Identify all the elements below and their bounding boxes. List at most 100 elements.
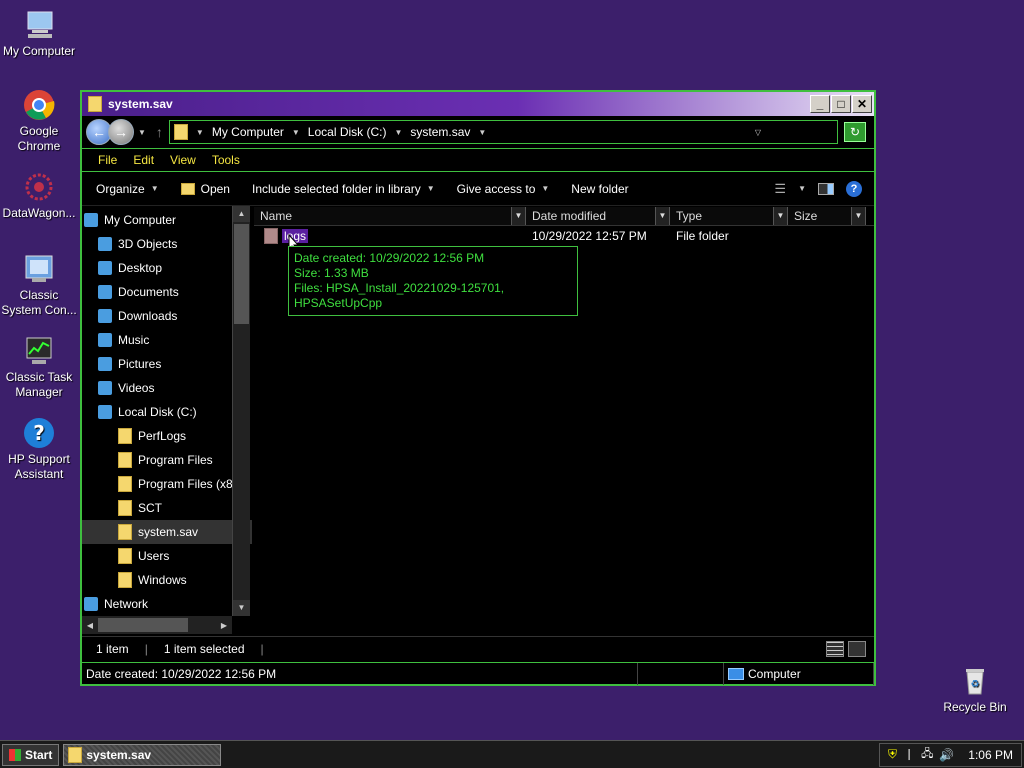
nav-item-label: Documents xyxy=(118,285,179,299)
open-button[interactable]: Open xyxy=(180,182,230,196)
chevron-down-icon[interactable]: ▼ xyxy=(655,206,669,225)
details-text: Date created: 10/29/2022 12:56 PM xyxy=(82,662,638,685)
column-header-type[interactable]: Type ▼ xyxy=(670,206,788,225)
large-icons-view-icon[interactable] xyxy=(848,640,866,657)
breadcrumb-local-disk[interactable]: Local Disk (C:) xyxy=(308,125,387,139)
give-access-label: Give access to xyxy=(456,181,536,196)
navigation-horizontal-scrollbar[interactable]: ◀ ▶ xyxy=(82,616,232,634)
file-list-pane[interactable]: Name ▼ Date modified ▼ Type ▼ Size ▼ log… xyxy=(254,206,874,634)
desktop-icon-google-chrome[interactable]: Google Chrome xyxy=(0,88,78,154)
desktop-icon-datawagon[interactable]: DataWagon... xyxy=(0,170,78,221)
title-bar[interactable]: system.sav _ □ ✕ xyxy=(82,92,874,116)
security-shield-icon[interactable]: ⛨ xyxy=(888,747,897,762)
nav-item-program-files[interactable]: Program Files xyxy=(82,448,252,472)
maximize-button[interactable]: □ xyxy=(831,95,851,113)
details-view-icon[interactable] xyxy=(826,640,844,657)
taskbar-item-system-sav[interactable]: system.sav xyxy=(63,743,222,766)
nav-item-program-files-x86[interactable]: Program Files (x86) xyxy=(82,472,252,496)
nav-item-desktop[interactable]: Desktop xyxy=(82,256,252,280)
chevron-down-icon[interactable]: ▼ xyxy=(851,206,865,225)
nav-item-label: PerfLogs xyxy=(138,429,187,443)
chevron-down-icon[interactable]: ▼ xyxy=(394,128,402,137)
nav-item-label: system.sav xyxy=(138,525,199,539)
column-header-name[interactable]: Name ▼ xyxy=(254,206,526,225)
clock[interactable]: 1:06 PM xyxy=(968,748,1013,762)
desktop-icon-classic-task-manager[interactable]: Classic Task Manager xyxy=(0,334,78,400)
zone-cell: Computer xyxy=(724,662,874,685)
new-folder-button[interactable]: New folder xyxy=(571,182,628,196)
chevron-down-icon[interactable]: ▼ xyxy=(773,206,787,225)
breadcrumb-my-computer[interactable]: My Computer xyxy=(212,125,284,139)
breadcrumb-system-sav[interactable]: system.sav xyxy=(410,125,470,139)
give-access-button[interactable]: Give access to ▼ xyxy=(457,182,550,196)
details-bar: Date created: 10/29/2022 12:56 PM Comput… xyxy=(82,662,874,685)
chevron-down-icon[interactable]: ▼ xyxy=(196,128,204,137)
organize-label: Organize xyxy=(96,181,145,196)
desktop-icon-my-computer[interactable]: My Computer xyxy=(0,8,78,59)
scroll-left-arrow[interactable]: ◀ xyxy=(82,621,98,630)
address-field[interactable]: ▼ My Computer ▼ Local Disk (C:) ▼ system… xyxy=(168,120,838,144)
input-method-icon[interactable]: 丨 xyxy=(903,746,915,763)
chevron-down-icon[interactable]: ▼ xyxy=(478,128,486,137)
preview-pane-icon[interactable] xyxy=(818,182,834,195)
scroll-thumb[interactable] xyxy=(98,618,188,632)
nav-item-windows[interactable]: Windows xyxy=(82,568,252,592)
column-headers: Name ▼ Date modified ▼ Type ▼ Size ▼ xyxy=(254,206,874,226)
network-icon xyxy=(84,597,98,611)
folder-icon xyxy=(118,524,132,540)
organize-button[interactable]: Organize ▼ xyxy=(96,182,159,196)
scroll-down-arrow[interactable]: ▼ xyxy=(233,600,250,616)
menu-view[interactable]: View xyxy=(170,153,196,167)
close-button[interactable]: ✕ xyxy=(852,95,872,113)
volume-icon[interactable]: 🔊 xyxy=(939,748,954,762)
menu-file[interactable]: File xyxy=(98,153,117,167)
nav-item-network[interactable]: Network xyxy=(82,592,252,616)
scroll-up-arrow[interactable]: ▲ xyxy=(233,206,250,222)
chevron-down-icon[interactable]: ▼ xyxy=(511,206,525,225)
nav-item-label: Videos xyxy=(118,381,155,395)
chevron-down-icon[interactable]: ▼ xyxy=(292,128,300,137)
view-options-icon[interactable]: ☰ xyxy=(774,181,786,197)
desktop-icon-label: DataWagon... xyxy=(2,206,76,220)
help-icon[interactable]: ? xyxy=(846,180,862,197)
desktop-icon-label: Classic System Con... xyxy=(1,288,77,317)
nav-item-perflogs[interactable]: PerfLogs xyxy=(82,424,252,448)
folder-info-tooltip: Date created: 10/29/2022 12:56 PM Size: … xyxy=(288,246,578,316)
nav-item-documents[interactable]: Documents xyxy=(82,280,252,304)
menu-edit[interactable]: Edit xyxy=(133,153,154,167)
task-manager-icon xyxy=(22,334,56,368)
nav-item-music[interactable]: Music xyxy=(82,328,252,352)
desktop-icon-recycle-bin[interactable]: ♻ Recycle Bin xyxy=(936,664,1014,715)
column-header-date-modified[interactable]: Date modified ▼ xyxy=(526,206,670,225)
nav-item-videos[interactable]: Videos xyxy=(82,376,252,400)
scroll-right-arrow[interactable]: ▶ xyxy=(216,621,232,630)
nav-item-users[interactable]: Users xyxy=(82,544,252,568)
network-icon[interactable]: 🖧 xyxy=(921,745,933,764)
navigation-vertical-scrollbar[interactable]: ▲ ▼ xyxy=(232,206,250,616)
chevron-down-icon[interactable]: ▼ xyxy=(798,184,806,193)
address-history-dropdown-icon[interactable]: ▽ xyxy=(755,128,761,137)
nav-item-downloads[interactable]: Downloads xyxy=(82,304,252,328)
refresh-button[interactable]: ↻ xyxy=(844,122,866,142)
nav-item-my-computer[interactable]: My Computer xyxy=(82,208,252,232)
include-in-library-button[interactable]: Include selected folder in library ▼ xyxy=(252,182,435,196)
nav-item-pictures[interactable]: Pictures xyxy=(82,352,252,376)
forward-button[interactable]: → xyxy=(108,119,134,145)
taskbar: Start system.sav ⛨ 丨 🖧 🔊 1:06 PM xyxy=(0,740,1024,768)
desktop-icon-classic-system-control[interactable]: Classic System Con... xyxy=(0,252,78,318)
desktop-icon-hp-support-assistant[interactable]: ? HP Support Assistant xyxy=(0,416,78,482)
menu-tools[interactable]: Tools xyxy=(212,153,240,167)
recent-locations-dropdown-icon[interactable]: ▼ xyxy=(138,128,146,137)
nav-item-3d-objects[interactable]: 3D Objects xyxy=(82,232,252,256)
scroll-thumb[interactable] xyxy=(234,224,249,324)
file-row[interactable]: logs 10/29/2022 12:57 PM File folder xyxy=(254,226,874,246)
up-arrow-icon[interactable]: ↑ xyxy=(156,124,163,140)
window-title: system.sav xyxy=(108,97,173,111)
nav-item-local-disk-c[interactable]: Local Disk (C:) xyxy=(82,400,252,424)
nav-item-system-sav[interactable]: system.sav xyxy=(82,520,252,544)
folder-icon xyxy=(118,428,132,444)
nav-item-sct[interactable]: SCT xyxy=(82,496,252,520)
start-button[interactable]: Start xyxy=(2,743,60,766)
column-header-size[interactable]: Size ▼ xyxy=(788,206,866,225)
minimize-button[interactable]: _ xyxy=(810,95,830,113)
